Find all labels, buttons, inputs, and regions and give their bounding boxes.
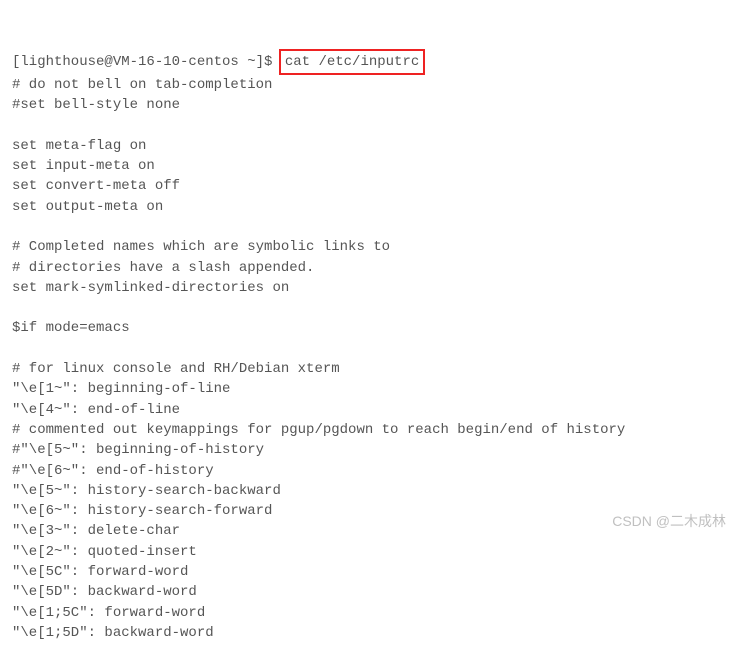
output-line: "\e[2~": quoted-insert bbox=[12, 542, 724, 562]
output-line: # do not bell on tab-completion bbox=[12, 75, 724, 95]
output-line: $if mode=emacs bbox=[12, 318, 724, 338]
output-line: #"\e[6~": end-of-history bbox=[12, 461, 724, 481]
output-line: "\e[1;5C": forward-word bbox=[12, 603, 724, 623]
output-line bbox=[12, 115, 724, 135]
output-line: "\e[1~": beginning-of-line bbox=[12, 379, 724, 399]
output-line bbox=[12, 217, 724, 237]
output-line bbox=[12, 298, 724, 318]
output-line: "\e[1;5D": backward-word bbox=[12, 623, 724, 643]
output-line: "\e[5C": forward-word bbox=[12, 562, 724, 582]
output-line: set input-meta on bbox=[12, 156, 724, 176]
output-line: "\e[4~": end-of-line bbox=[12, 400, 724, 420]
output-line: set convert-meta off bbox=[12, 176, 724, 196]
output-line: # for linux console and RH/Debian xterm bbox=[12, 359, 724, 379]
output-line: "\e[5D": backward-word bbox=[12, 582, 724, 602]
output-line: set mark-symlinked-directories on bbox=[12, 278, 724, 298]
terminal-output: [lighthouse@VM-16-10-centos ~]$ cat /etc… bbox=[12, 8, 724, 664]
output-line: #"\e[5~": beginning-of-history bbox=[12, 440, 724, 460]
shell-prompt: [lighthouse@VM-16-10-centos ~]$ bbox=[12, 54, 281, 70]
output-line: set meta-flag on bbox=[12, 136, 724, 156]
output-line: # commented out keymappings for pgup/pgd… bbox=[12, 420, 724, 440]
output-line bbox=[12, 339, 724, 359]
output-line: # directories have a slash appended. bbox=[12, 258, 724, 278]
prompt-line: [lighthouse@VM-16-10-centos ~]$ cat /etc… bbox=[12, 49, 724, 75]
output-line: set output-meta on bbox=[12, 197, 724, 217]
output-line: #set bell-style none bbox=[12, 95, 724, 115]
output-line: # Completed names which are symbolic lin… bbox=[12, 237, 724, 257]
watermark: CSDN @二木成林 bbox=[612, 511, 726, 531]
command-highlight: cat /etc/inputrc bbox=[279, 49, 425, 75]
output-line: "\e[5~": history-search-backward bbox=[12, 481, 724, 501]
command-text: cat /etc/inputrc bbox=[285, 54, 419, 70]
